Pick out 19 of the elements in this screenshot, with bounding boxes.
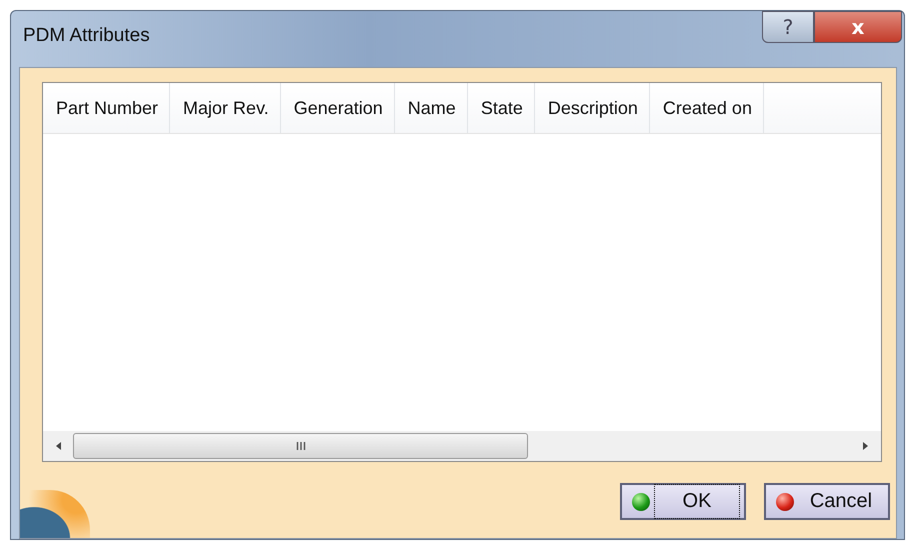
grip-icon [296, 441, 306, 451]
scroll-right-icon[interactable] [861, 441, 869, 451]
horizontal-scrollbar[interactable] [43, 431, 881, 461]
ball-icon [632, 492, 650, 510]
column-header[interactable]: Part Number [43, 83, 170, 133]
dialog-button[interactable]: Cancel [764, 483, 890, 520]
column-header[interactable]: Major Rev. [170, 83, 281, 133]
column-header[interactable]: Description [534, 83, 650, 133]
scroll-left-icon[interactable] [55, 441, 63, 451]
column-header[interactable]: Name [394, 83, 468, 133]
column-header[interactable]: State [468, 83, 535, 133]
ball-icon [776, 492, 794, 510]
column-header[interactable]: Generation [280, 83, 395, 133]
scroll-thumb[interactable] [73, 433, 528, 459]
close-button[interactable]: x [814, 11, 902, 43]
help-button[interactable]: ? [762, 11, 814, 43]
column-header[interactable]: Created on [650, 83, 764, 133]
dialog-button[interactable]: OK [620, 483, 746, 520]
window-title: PDM Attributes [23, 25, 150, 47]
